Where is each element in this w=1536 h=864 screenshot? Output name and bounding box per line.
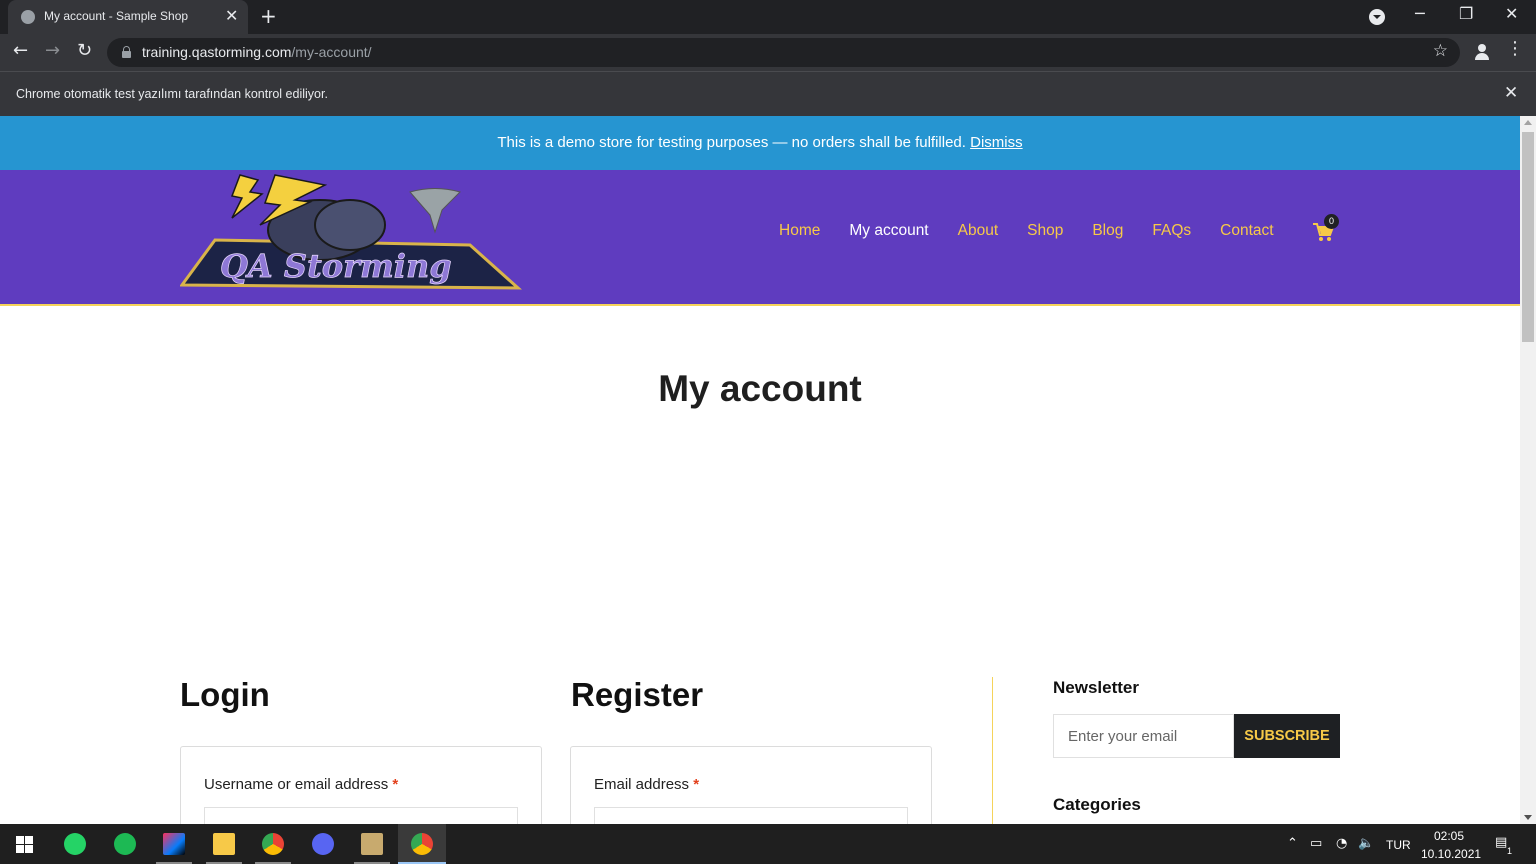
forward-button[interactable]: →	[45, 40, 60, 61]
register-form: Email address *	[570, 746, 932, 824]
nav-about[interactable]: About	[958, 222, 999, 240]
language-indicator[interactable]: TUR	[1386, 838, 1411, 852]
scrollbar-thumb[interactable]	[1522, 132, 1534, 342]
browser-toolbar: ← → ↻ training.qastorming.com/my-account…	[0, 34, 1536, 71]
reload-button[interactable]: ↻	[77, 40, 92, 61]
infobar-message: Chrome otomatik test yazılımı tarafından…	[16, 87, 328, 101]
site-header: QA Storming Home My account About Shop B…	[0, 170, 1520, 306]
cart-count-badge: 0	[1324, 214, 1339, 229]
minimize-button[interactable]: ─	[1415, 4, 1425, 23]
address-bar[interactable]: training.qastorming.com/my-account/ ☆	[107, 38, 1460, 67]
browser-menu-icon[interactable]: ⋮	[1506, 40, 1524, 58]
new-tab-button[interactable]: +	[260, 4, 277, 28]
page-viewport: This is a demo store for testing purpose…	[0, 116, 1520, 824]
username-label: Username or email address *	[204, 776, 399, 793]
volume-icon[interactable]: 🔈	[1358, 836, 1374, 851]
chevron-up-icon[interactable]: ⌃	[1287, 836, 1298, 851]
browser-tab-strip: My account - Sample Shop ✕ + ─ ❐ ✕	[0, 0, 1536, 34]
nav-blog[interactable]: Blog	[1092, 222, 1123, 240]
automation-infobar: Chrome otomatik test yazılımı tarafından…	[0, 71, 1536, 116]
bookmark-star-icon[interactable]: ☆	[1433, 41, 1448, 61]
browser-tab[interactable]: My account - Sample Shop ✕	[8, 0, 248, 34]
clock-time[interactable]: 02:05	[1434, 829, 1464, 843]
whatsapp-icon[interactable]	[51, 824, 99, 864]
nav-faqs[interactable]: FAQs	[1152, 222, 1191, 240]
email-label: Email address *	[594, 776, 700, 793]
nav-shop[interactable]: Shop	[1027, 222, 1063, 240]
intellij-icon[interactable]	[150, 824, 198, 864]
login-form: Username or email address *	[180, 746, 542, 824]
notification-center-icon[interactable]: ▤	[1495, 835, 1507, 850]
chrome-icon[interactable]	[249, 824, 297, 864]
notification-count: 1	[1507, 846, 1513, 856]
league-of-legends-icon[interactable]	[348, 824, 396, 864]
newsletter-email-input[interactable]	[1053, 714, 1234, 758]
file-explorer-icon[interactable]	[200, 824, 248, 864]
categories-heading: Categories	[1053, 795, 1141, 814]
register-heading: Register	[571, 676, 704, 713]
demo-store-notice: This is a demo store for testing purpose…	[0, 116, 1520, 170]
username-input[interactable]	[204, 807, 518, 824]
register-email-input[interactable]	[594, 807, 908, 824]
nav-my-account[interactable]: My account	[849, 222, 928, 240]
notice-text: This is a demo store for testing purpose…	[497, 134, 966, 151]
discord-icon[interactable]	[299, 824, 347, 864]
url-text[interactable]: training.qastorming.com/my-account/	[142, 44, 372, 60]
spotify-icon[interactable]	[101, 824, 149, 864]
svg-text:QA Storming: QA Storming	[220, 247, 452, 285]
restore-button[interactable]: ❐	[1459, 4, 1473, 23]
subscribe-button[interactable]: SUBSCRIBE	[1234, 714, 1340, 758]
newsletter-heading: Newsletter	[1053, 678, 1139, 697]
scroll-up-arrow-icon[interactable]	[1524, 120, 1532, 125]
infobar-close-icon[interactable]: ✕	[1504, 83, 1518, 103]
wifi-icon[interactable]: ◔	[1336, 836, 1347, 851]
tab-close-icon[interactable]: ✕	[225, 6, 238, 25]
clock-date[interactable]: 10.10.2021	[1421, 847, 1481, 861]
chrome-icon[interactable]	[398, 824, 446, 864]
dismiss-link[interactable]: Dismiss	[970, 134, 1023, 151]
scroll-down-arrow-icon[interactable]	[1524, 815, 1532, 820]
qa-storming-logo[interactable]: QA Storming	[180, 170, 522, 296]
nav-contact[interactable]: Contact	[1220, 222, 1273, 240]
page-scrollbar[interactable]	[1520, 116, 1536, 824]
globe-icon	[21, 10, 35, 24]
main-navigation: Home My account About Shop Blog FAQs Con…	[779, 222, 1274, 240]
nav-home[interactable]: Home	[779, 222, 820, 240]
tab-search-icon[interactable]	[1369, 9, 1385, 25]
windows-start-icon[interactable]	[16, 836, 33, 853]
back-button[interactable]: ←	[13, 40, 28, 61]
windows-taskbar: ⌃ ▭ ◔ 🔈 TUR 02:05 10.10.2021 ▤ 1	[0, 824, 1536, 864]
tab-title: My account - Sample Shop	[44, 9, 189, 23]
page-title: My account	[658, 368, 862, 409]
required-mark: *	[392, 776, 399, 793]
profile-icon[interactable]	[1473, 43, 1491, 61]
required-mark: *	[693, 776, 700, 793]
lock-icon[interactable]	[122, 46, 131, 58]
battery-icon[interactable]: ▭	[1310, 836, 1322, 851]
sidebar-divider	[992, 677, 993, 824]
window-close-button[interactable]: ✕	[1505, 4, 1518, 23]
login-heading: Login	[180, 676, 270, 713]
